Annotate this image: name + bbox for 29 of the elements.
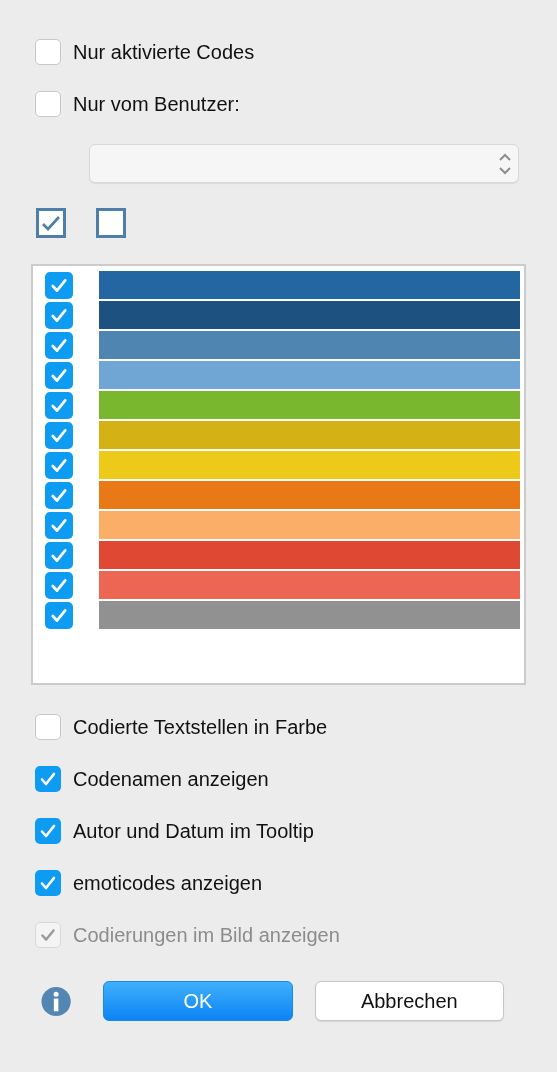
select-all-icon[interactable]: [36, 208, 66, 238]
checkbox-label: Codierte Textstellen in Farbe: [73, 715, 328, 739]
checkbox[interactable]: [45, 451, 73, 479]
checkbox-label: Autor und Datum im Tooltip: [73, 819, 314, 843]
checkbox[interactable]: [35, 870, 61, 896]
cancel-button[interactable]: Abbrechen: [314, 981, 504, 1021]
checkbox-label: emoticodes anzeigen: [73, 871, 262, 895]
checkbox[interactable]: [45, 601, 73, 629]
checkbox[interactable]: [45, 331, 73, 359]
checkbox[interactable]: [45, 511, 73, 539]
checkbox[interactable]: [45, 481, 73, 509]
checkbox[interactable]: [45, 541, 73, 569]
checkbox-label: Codenamen anzeigen: [73, 767, 269, 791]
checkbox-label: Nur vom Benutzer:: [73, 92, 240, 116]
checkbox[interactable]: [35, 714, 61, 740]
checkbox[interactable]: [35, 39, 61, 65]
checkbox[interactable]: [45, 421, 73, 449]
checkbox[interactable]: [35, 818, 61, 844]
checkbox[interactable]: [45, 271, 73, 299]
checkbox-label: Codierungen im Bild anzeigen: [73, 923, 340, 947]
checkbox[interactable]: [35, 91, 61, 117]
checkbox[interactable]: [45, 391, 73, 419]
checkbox[interactable]: [35, 766, 61, 792]
checkbox[interactable]: [45, 361, 73, 389]
checkbox[interactable]: [45, 571, 73, 599]
checkbox[interactable]: [45, 301, 73, 329]
deselect-all-icon[interactable]: [96, 208, 126, 238]
info-icon[interactable]: [41, 985, 72, 1017]
checkbox-label: Nur aktivierte Codes: [73, 40, 255, 64]
